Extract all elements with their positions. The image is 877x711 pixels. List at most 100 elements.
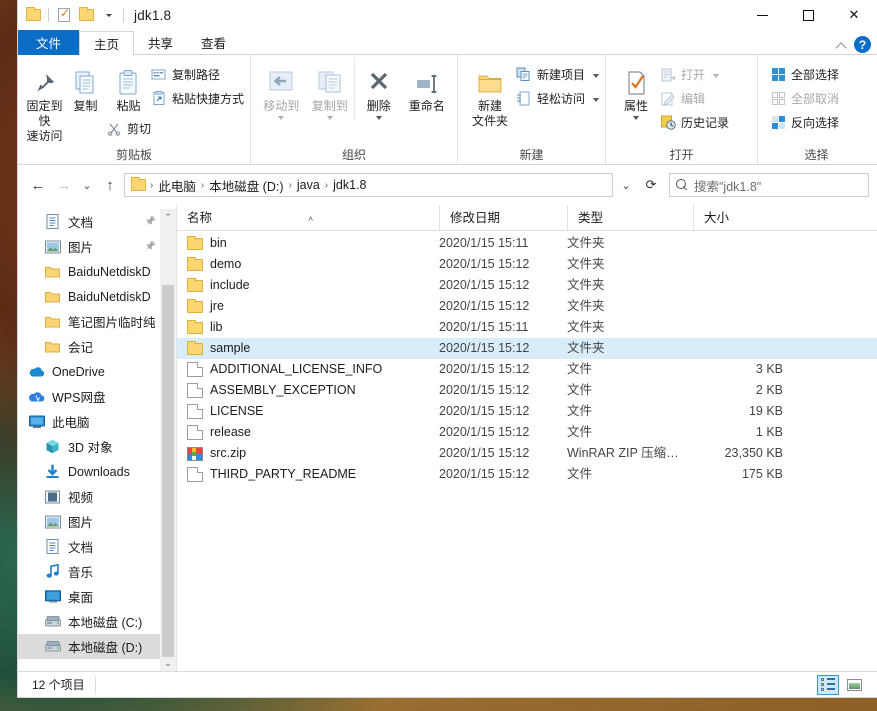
column-header-name[interactable]: ˄ 名称	[177, 205, 439, 231]
ribbon-button-copy[interactable]: 复制	[65, 58, 106, 114]
chevron-down-icon[interactable]	[278, 116, 285, 120]
nav-item-0[interactable]: 文档 📌	[18, 209, 176, 234]
chevron-down-icon-4[interactable]	[593, 73, 599, 78]
close-button[interactable]: ✕	[831, 0, 877, 30]
table-row[interactable]: include 2020/1/15 15:12 文件夹	[177, 275, 877, 296]
scroll-up-icon[interactable]: ⌃	[164, 209, 172, 225]
chevron-down-icon-5[interactable]	[593, 97, 599, 102]
pin-icon[interactable]: 📌	[145, 216, 156, 227]
column-header-size[interactable]: 大小	[693, 204, 793, 231]
ribbon-button-new-folder[interactable]: 新建 文件夹	[464, 58, 516, 129]
tab-home[interactable]: 主页	[79, 31, 135, 56]
nav-item-12[interactable]: 图片	[18, 509, 176, 534]
ribbon-button-rename[interactable]: 重命名	[403, 58, 451, 114]
nav-item-11[interactable]: 视频	[18, 484, 176, 509]
nav-item-1[interactable]: 图片 📌	[18, 234, 176, 259]
ribbon-button-move-to[interactable]: 移动到	[257, 58, 305, 120]
folder-icon	[187, 298, 203, 313]
ribbon-button-paste-shortcut[interactable]: 粘贴快捷方式	[151, 88, 244, 109]
ribbon-button-delete[interactable]: 删除	[353, 58, 403, 120]
nav-item-15[interactable]: 桌面	[18, 584, 176, 609]
scrollbar-thumb[interactable]	[162, 285, 174, 657]
chevron-down-icon-2[interactable]	[326, 116, 333, 120]
table-row[interactable]: ADDITIONAL_LICENSE_INFO 2020/1/15 15:12 文件…	[177, 359, 877, 380]
thumbnail-view-icon[interactable]	[843, 675, 865, 695]
help-icon[interactable]: ?	[854, 36, 871, 53]
ribbon-button-select-all[interactable]: 全部选择	[770, 64, 839, 85]
search-box[interactable]: 搜索"jdk1.8"	[669, 173, 869, 197]
table-row[interactable]: jre 2020/1/15 15:12 文件夹	[177, 296, 877, 317]
nav-item-7[interactable]: WPS网盘	[18, 384, 176, 409]
tab-share[interactable]: 共享	[134, 30, 187, 55]
breadcrumb-item-jdk18[interactable]: jdk1.8	[329, 178, 370, 192]
table-row[interactable]: LICENSE 2020/1/15 15:12 文件 19 KB	[177, 401, 877, 422]
nav-item-13[interactable]: 文档	[18, 534, 176, 559]
address-dropdown-icon[interactable]: ⌄	[615, 173, 637, 197]
minimize-button[interactable]	[739, 0, 785, 30]
qat-customize-caret-icon[interactable]	[97, 4, 119, 26]
ribbon-button-new-item[interactable]: 新建项目	[516, 64, 599, 85]
column-header-type[interactable]: 类型	[567, 204, 693, 231]
details-view-icon[interactable]	[817, 674, 839, 695]
table-row[interactable]: demo 2020/1/15 15:12 文件夹	[177, 254, 877, 275]
qat-properties-icon[interactable]	[53, 4, 75, 26]
table-row[interactable]: src.zip 2020/1/15 15:12 WinRAR ZIP 压缩… 23,3…	[177, 443, 877, 464]
breadcrumb[interactable]: › 此电脑 › 本地磁盘 (D:) › java › jdk1.8	[124, 173, 613, 197]
search-input[interactable]: 搜索"jdk1.8"	[694, 176, 761, 195]
nav-item-14[interactable]: 音乐	[18, 559, 176, 584]
chevron-up-icon[interactable]	[836, 40, 846, 50]
nav-item-8[interactable]: 此电脑	[18, 409, 176, 434]
ribbon-button-paste[interactable]: 粘贴 剪切	[106, 58, 151, 139]
nav-item-16[interactable]: 本地磁盘 (C:)	[18, 609, 176, 634]
ribbon-button-open[interactable]: 打开	[660, 64, 729, 85]
forward-button[interactable]: →	[52, 173, 76, 197]
recent-locations-button[interactable]: ⌄	[78, 173, 96, 197]
navigation-scrollbar[interactable]: ⌃ ⌄	[160, 209, 176, 671]
table-row[interactable]: sample 2020/1/15 15:12 文件夹	[177, 338, 877, 359]
tab-view[interactable]: 查看	[187, 30, 240, 55]
back-button[interactable]: ←	[26, 173, 50, 197]
nav-item-3[interactable]: BaiduNetdiskD	[18, 284, 176, 309]
column-header-date[interactable]: 修改日期	[439, 204, 567, 231]
ribbon-group-caption-organize: 组织	[341, 148, 366, 162]
up-button[interactable]: ↑	[98, 173, 122, 197]
table-row[interactable]: lib 2020/1/15 15:11 文件夹	[177, 317, 877, 338]
ribbon-button-pin-to-quick-access[interactable]: 固定到快 速访问	[24, 58, 65, 144]
ribbon-button-copy-path[interactable]: 复制路径	[151, 64, 244, 85]
nav-item-10[interactable]: Downloads	[18, 459, 176, 484]
table-row[interactable]: release 2020/1/15 15:12 文件 1 KB	[177, 422, 877, 443]
tab-file[interactable]: 文件	[18, 30, 80, 55]
ribbon-button-copy-to[interactable]: 复制到	[305, 58, 353, 120]
nav-item-6[interactable]: OneDrive	[18, 359, 176, 384]
ribbon-button-invert-selection[interactable]: 反向选择	[770, 112, 839, 133]
chevron-down-icon-3[interactable]	[375, 116, 382, 120]
ribbon-label-invert-selection: 反向选择	[791, 116, 840, 130]
window-title: jdk1.8	[134, 7, 172, 23]
breadcrumb-item-java[interactable]: java	[293, 178, 324, 192]
chevron-down-icon-6[interactable]	[633, 116, 639, 120]
maximize-button[interactable]	[785, 0, 831, 30]
nav-item-17[interactable]: 本地磁盘 (D:)	[18, 634, 176, 659]
scroll-down-icon[interactable]: ⌄	[164, 655, 172, 671]
nav-item-9[interactable]: 3D 对象	[18, 434, 176, 459]
breadcrumb-item-this-pc[interactable]: 此电脑	[154, 176, 200, 195]
pin-icon[interactable]: 📌	[145, 241, 156, 252]
paste-shortcut-icon	[151, 91, 167, 107]
table-row[interactable]: bin 2020/1/15 15:11 文件夹	[177, 233, 877, 254]
ribbon-button-history[interactable]: 历史记录	[660, 112, 729, 133]
ribbon-button-properties[interactable]: 属性	[612, 58, 660, 120]
ribbon-button-easy-access[interactable]: 轻松访问	[516, 88, 599, 109]
qat-folder-icon[interactable]	[22, 4, 44, 26]
qat-new-folder-icon[interactable]	[75, 4, 97, 26]
chevron-down-icon-7[interactable]	[713, 73, 720, 78]
table-row[interactable]: THIRD_PARTY_README 2020/1/15 15:12 文件 175 K…	[177, 464, 877, 485]
table-row[interactable]: ASSEMBLY_EXCEPTION 2020/1/15 15:12 文件 2 KB	[177, 380, 877, 401]
nav-item-5[interactable]: 会记	[18, 334, 176, 359]
ribbon-button-edit[interactable]: 编辑	[660, 88, 729, 109]
ribbon-button-cut[interactable]: 剪切	[106, 118, 151, 139]
refresh-icon[interactable]: ⟳	[639, 173, 663, 197]
nav-item-2[interactable]: BaiduNetdiskD	[18, 259, 176, 284]
breadcrumb-item-local-disk-d[interactable]: 本地磁盘 (D:)	[205, 176, 287, 195]
nav-item-4[interactable]: 笔记图片临时纯	[18, 309, 176, 334]
ribbon-button-select-none[interactable]: 全部取消	[770, 88, 839, 109]
